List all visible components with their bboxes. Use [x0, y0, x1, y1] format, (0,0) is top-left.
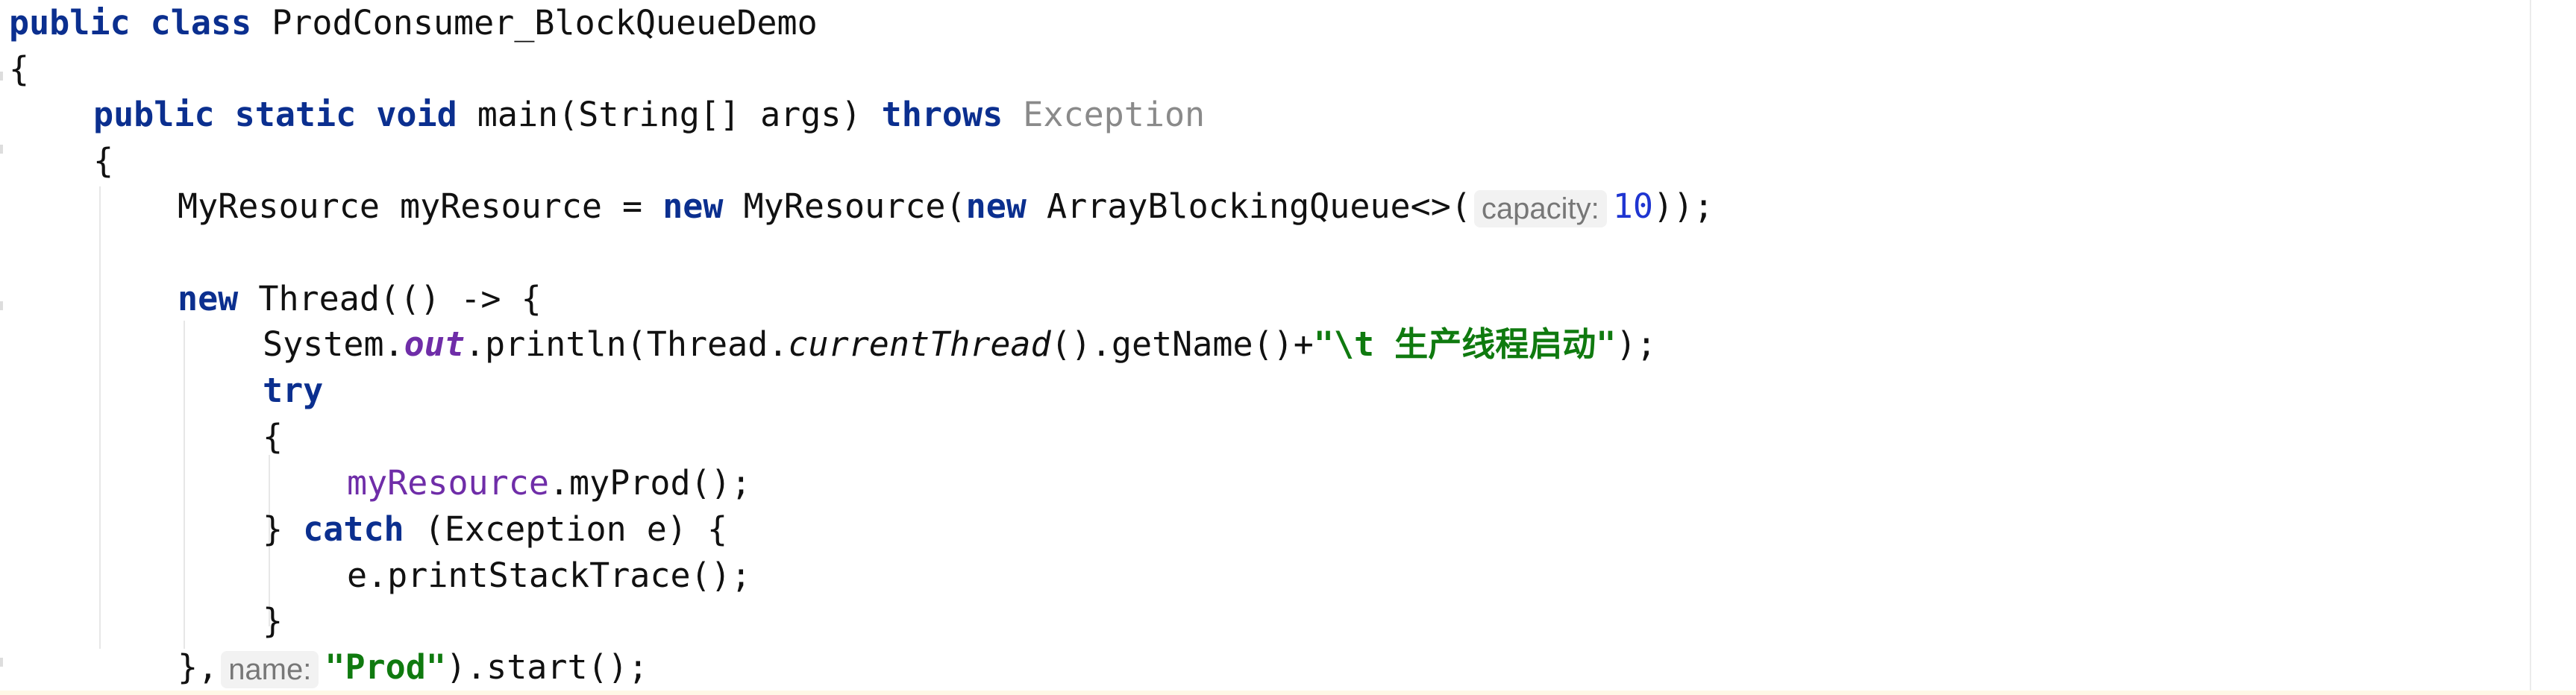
catch-prefix: } [263, 509, 304, 549]
system-ref: System. [263, 324, 404, 364]
gutter-fold-marker [0, 72, 3, 81]
code-area[interactable]: public class ProdConsumer_BlockQueueDemo… [9, 0, 2524, 695]
code-line-try[interactable]: try [263, 368, 323, 414]
gutter-fold-marker [0, 145, 3, 154]
code-line-try-open-brace[interactable]: { [263, 414, 283, 460]
thread-end-prefix: }, [178, 647, 219, 687]
try-open-brace: { [263, 417, 283, 456]
parameter-hint-name: name: [221, 651, 319, 688]
hint-label: name: [228, 653, 312, 686]
right-margin-guide [2530, 0, 2531, 695]
catch-close-brace: } [263, 601, 283, 641]
main-signature: main(String[] args) [477, 95, 862, 134]
keyword-try: try [263, 371, 324, 410]
keyword-new: new [965, 186, 1027, 226]
keyword-catch: catch [303, 509, 404, 549]
keyword-new: new [178, 279, 239, 318]
catch-suffix: (Exception e) { [404, 509, 728, 549]
editor-bottom-band [0, 691, 2576, 695]
resource-suffix: )); [1652, 186, 1714, 226]
exception-type: Exception [1023, 95, 1206, 134]
current-thread-call: currentThread [788, 324, 1051, 364]
code-line-stacktrace[interactable]: e.printStackTrace(); [347, 553, 751, 599]
main-open-brace: { [93, 141, 114, 180]
get-name-call: ().getName()+ [1050, 324, 1314, 364]
keyword-static: static [234, 95, 357, 134]
my-resource-field: myResource [347, 463, 549, 503]
code-line-class-declaration[interactable]: public class ProdConsumer_BlockQueueDemo [9, 0, 818, 46]
println-suffix: ); [1616, 324, 1657, 364]
keyword-public: public [93, 95, 215, 134]
thread-end-suffix: ).start(); [445, 647, 648, 687]
code-line-thread[interactable]: new Thread(() -> { [178, 276, 542, 322]
keyword-throws: throws [881, 95, 1003, 134]
gutter-fold-marker [0, 301, 3, 310]
gutter-fold-marker [0, 658, 3, 667]
open-brace: { [9, 49, 30, 89]
hint-label: capacity: [1481, 192, 1599, 225]
stacktrace-call: e.printStackTrace(); [347, 556, 751, 595]
code-line-myprod[interactable]: myResource.myProd(); [347, 460, 751, 506]
thread-name-string: "Prod" [325, 647, 446, 687]
string-close: " [1596, 324, 1617, 364]
queue-type: ArrayBlockingQueue<>( [1026, 186, 1471, 226]
println-call: .println(Thread. [464, 324, 789, 364]
keyword-void: void [376, 95, 457, 134]
parameter-hint-capacity: capacity: [1473, 190, 1607, 227]
code-line-catch-close[interactable]: } [263, 598, 283, 644]
code-line-class-open-brace[interactable]: { [9, 46, 29, 92]
keyword-public: public [9, 3, 131, 43]
code-line-catch[interactable]: } catch (Exception e) { [263, 506, 727, 553]
code-line-resource[interactable]: MyResource myResource = new MyResource(n… [178, 183, 1714, 230]
my-prod-call: .myProd(); [548, 463, 751, 503]
class-name: ProdConsumer_BlockQueueDemo [272, 3, 818, 43]
code-editor[interactable]: public class ProdConsumer_BlockQueueDemo… [0, 0, 2576, 695]
thread-text: Thread(() -> { [238, 279, 542, 318]
out-field: out [404, 324, 465, 364]
code-line-thread-end[interactable]: }, name: "Prod").start(); [178, 644, 648, 691]
capacity-value: 10 [1612, 186, 1653, 226]
resource-prefix: MyResource myResource = [178, 186, 663, 226]
keyword-new: new [662, 186, 724, 226]
code-line-println[interactable]: System.out.println(Thread.currentThread(… [263, 321, 1657, 368]
keyword-class: class [150, 3, 252, 43]
string-open: "\t [1313, 324, 1395, 364]
code-line-main-open-brace[interactable]: { [93, 138, 113, 184]
code-line-main-declaration[interactable]: public static void main(String[] args) t… [93, 92, 1205, 138]
string-cjk: 生产线程启动 [1394, 324, 1596, 364]
resource-middle: MyResource( [723, 186, 966, 226]
